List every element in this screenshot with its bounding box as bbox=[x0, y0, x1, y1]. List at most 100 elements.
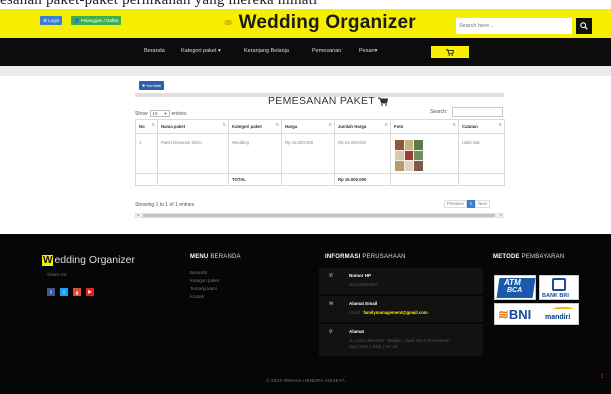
nav-item-kategori[interactable]: Kategori paket ▾ bbox=[181, 48, 221, 54]
address-value: Jl.Lorem Jaksanta - Madiun, Jawa Timur P… bbox=[349, 338, 450, 350]
menu-heading-rest: BERANDA bbox=[208, 254, 241, 260]
footer-logo-letter: W bbox=[42, 254, 54, 266]
rings-icon: ⚭ bbox=[222, 14, 235, 32]
email-prefix: Email : bbox=[349, 310, 364, 315]
entries-control: Show 10 ▾ entries bbox=[135, 110, 187, 117]
email-label: Alamat Email bbox=[349, 301, 378, 306]
search-button[interactable] bbox=[576, 18, 592, 34]
nav-item-beranda[interactable]: Beranda bbox=[144, 48, 165, 54]
footer-logo[interactable]: W edding Organizer bbox=[42, 254, 135, 266]
entries-select[interactable]: 10 ▾ bbox=[149, 110, 170, 117]
scrollbar-thumb[interactable] bbox=[143, 214, 495, 217]
address-label: Alamat bbox=[349, 329, 365, 334]
column-header-kategori[interactable]: Kategori paket ⇅ bbox=[228, 119, 282, 134]
footer: W edding Organizer Share On: f t g ▶ MEN… bbox=[0, 234, 611, 394]
back-button[interactable]: ✚ Kembali bbox=[139, 81, 164, 90]
sort-icon: ⇅ bbox=[275, 122, 279, 127]
sort-icon: ⇅ bbox=[222, 122, 226, 127]
envelope-icon: ✉ bbox=[329, 301, 334, 307]
menu-heading: MENU BERANDA bbox=[190, 254, 241, 260]
sort-icon: ⇅ bbox=[328, 122, 332, 127]
pagination-next[interactable]: Next bbox=[475, 200, 490, 208]
menu-heading-bold: MENU bbox=[190, 254, 209, 260]
show-label: Show bbox=[135, 110, 148, 117]
table-search-label: Search: bbox=[430, 109, 448, 115]
column-header-label: Jumlah Harga bbox=[338, 124, 367, 129]
bni-mandiri-logo: ≋BNI mandiri bbox=[494, 303, 579, 325]
column-header-label: Harga bbox=[285, 124, 298, 129]
register-button[interactable]: 👤 Pelanggan / Daftar bbox=[71, 16, 122, 25]
table-row: 1 Paket Dekorasi Silver Wedding Rp 15.00… bbox=[135, 133, 505, 174]
pagination-previous[interactable]: Previous bbox=[444, 200, 467, 208]
column-header-harga[interactable]: Harga ⇅ bbox=[281, 119, 335, 134]
phone-icon: ✆ bbox=[329, 273, 334, 279]
login-button[interactable]: ⚙ Login bbox=[40, 16, 63, 25]
google-plus-icon[interactable]: g bbox=[73, 288, 81, 296]
youtube-icon[interactable]: ▶ bbox=[86, 288, 94, 296]
horizontal-scrollbar[interactable]: ◂ ▸ bbox=[135, 213, 504, 218]
info-heading-rest: PERUSAHAAN bbox=[360, 254, 406, 260]
payment-heading: METODE PEMBAYARAN bbox=[493, 254, 564, 260]
footer-logo-text: edding Organizer bbox=[54, 254, 136, 266]
table-header-row: No ⇅ Nama paket ⇅ Kategori paket ⇅ Harga ⇅ J… bbox=[135, 119, 505, 134]
footer-link-beranda[interactable]: Beranda bbox=[190, 270, 207, 275]
brand-logo[interactable]: ⚭ Wedding Organizer bbox=[222, 11, 416, 35]
bca-text: BCA bbox=[507, 287, 523, 294]
facebook-icon[interactable]: f bbox=[47, 288, 55, 296]
footer-link-tentang[interactable]: Tentang kami bbox=[190, 286, 217, 291]
bni-mark: ≋ bbox=[498, 307, 509, 322]
cell-nama: Paket Dekorasi Silver bbox=[157, 133, 229, 174]
column-header-catatan[interactable]: Catatan ⇅ bbox=[458, 119, 505, 134]
bni-text: ≋BNI bbox=[498, 307, 531, 323]
package-photo bbox=[395, 140, 423, 171]
bri-emblem bbox=[552, 278, 566, 291]
column-header-label: Nama paket bbox=[161, 124, 186, 129]
brand-title: Wedding Organizer bbox=[238, 12, 416, 33]
header-strip bbox=[0, 66, 611, 76]
cell-empty bbox=[281, 173, 335, 186]
column-header-label: Foto bbox=[394, 124, 404, 129]
cell-empty bbox=[135, 173, 158, 186]
cell-foto bbox=[390, 133, 459, 174]
payment-heading-rest: PEMBAYARAN bbox=[519, 254, 565, 260]
scroll-left-icon[interactable]: ◂ bbox=[137, 213, 139, 217]
cell-empty bbox=[458, 173, 505, 186]
cell-empty bbox=[390, 173, 459, 186]
mandiri-swoosh bbox=[553, 307, 573, 311]
footer-link-kontak[interactable]: Kontak bbox=[190, 294, 204, 299]
mandiri-text: mandiri bbox=[545, 314, 571, 321]
email-value[interactable]: familymanagement@gmail.com bbox=[363, 310, 427, 315]
cut-off-text-line: esanan paket-paket pernikahan yang merek… bbox=[0, 0, 318, 8]
cart-button[interactable] bbox=[431, 46, 469, 58]
entries-label: entries bbox=[171, 110, 187, 117]
footer-link-kategori[interactable]: Kategori paket bbox=[190, 278, 219, 283]
nav-item-keranjang[interactable]: Keranjang Belanja bbox=[244, 48, 289, 54]
nav-item-pemesanan[interactable]: Pemesanan bbox=[312, 48, 341, 54]
column-header-label: Catatan bbox=[462, 124, 478, 129]
twitter-icon[interactable]: t bbox=[60, 288, 68, 296]
cell-catatan: Hallo kak bbox=[458, 133, 505, 174]
search-input[interactable] bbox=[456, 18, 572, 34]
atm-bca-logo: ATM BCA bbox=[494, 275, 536, 300]
map-pin-icon: ⚲ bbox=[329, 329, 333, 335]
address-line-2: Bumi Mas 1 Blok J No 19 bbox=[349, 344, 398, 349]
column-header-no[interactable]: No ⇅ bbox=[135, 119, 158, 134]
column-header-jumlah[interactable]: Jumlah Harga ⇅ bbox=[334, 119, 391, 134]
column-header-label: No bbox=[139, 124, 145, 129]
table-search-input[interactable] bbox=[452, 107, 503, 117]
cell-empty bbox=[157, 173, 229, 186]
column-header-nama[interactable]: Nama paket ⇅ bbox=[157, 119, 229, 134]
share-label: Share On: bbox=[47, 272, 68, 277]
column-header-foto[interactable]: Foto ⇅ bbox=[390, 119, 459, 134]
corner-mark: ↕ bbox=[600, 371, 604, 380]
email-value-line: Email : familymanagement@gmail.com bbox=[349, 310, 428, 316]
cart-icon bbox=[378, 97, 388, 106]
total-label: TOTAL bbox=[228, 173, 282, 186]
scroll-right-icon[interactable]: ▸ bbox=[500, 213, 502, 217]
sort-icon: ⇅ bbox=[498, 122, 502, 127]
bank-bri-logo: BANK BRI bbox=[539, 275, 579, 300]
nav-item-pesan[interactable]: Pesan▾ bbox=[359, 48, 377, 54]
entries-value: 10 bbox=[152, 111, 158, 116]
table-info: Showing 1 to 1 of 1 entries bbox=[135, 202, 195, 208]
pagination-page-1[interactable]: 1 bbox=[466, 200, 476, 208]
